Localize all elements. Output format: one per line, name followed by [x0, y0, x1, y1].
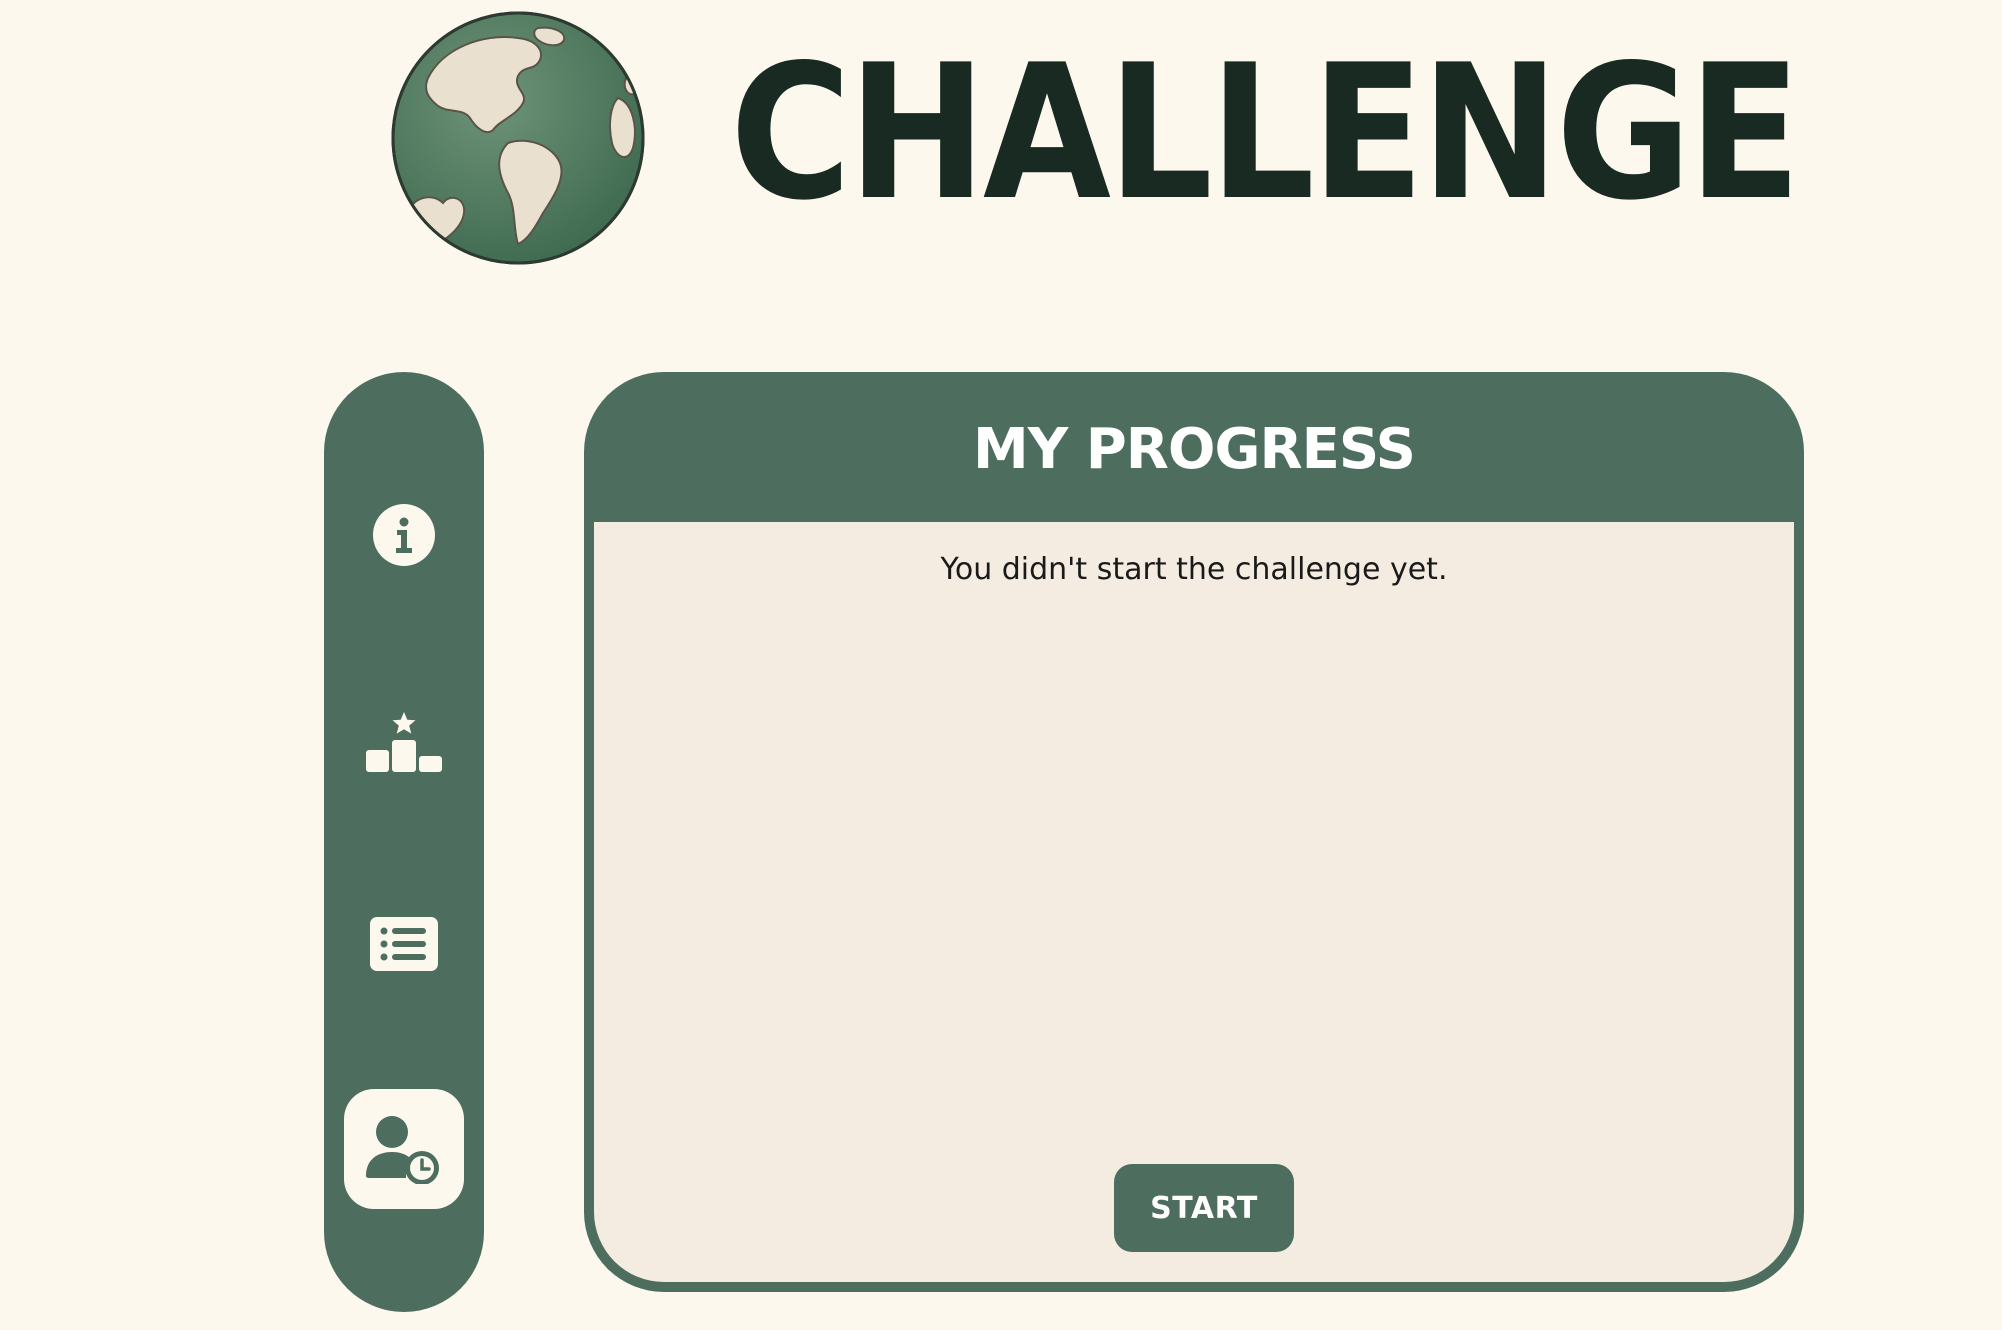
sidebar-item-info[interactable] — [344, 475, 464, 595]
user-clock-icon — [366, 1116, 439, 1184]
status-text: You didn't start the challenge yet. — [940, 552, 1448, 587]
sidebar-item-my-progress[interactable] — [344, 1089, 464, 1209]
panel-body: You didn't start the challenge yet. STAR… — [594, 522, 1794, 1282]
info-icon — [373, 504, 435, 566]
progress-panel: MY PROGRESS You didn't start the challen… — [584, 372, 1804, 1292]
globe-icon — [388, 8, 648, 268]
sidebar-item-list[interactable] — [344, 884, 464, 1004]
page-title: CHALLENGE — [730, 24, 1801, 241]
sidebar-item-leaderboard[interactable] — [344, 682, 464, 802]
panel-title: MY PROGRESS — [972, 417, 1416, 482]
header: CHALLENGE — [0, 0, 2002, 280]
sidebar-nav — [324, 372, 484, 1312]
start-button[interactable]: START — [1114, 1164, 1294, 1252]
list-icon — [370, 917, 438, 971]
podium-star-icon — [366, 712, 442, 772]
